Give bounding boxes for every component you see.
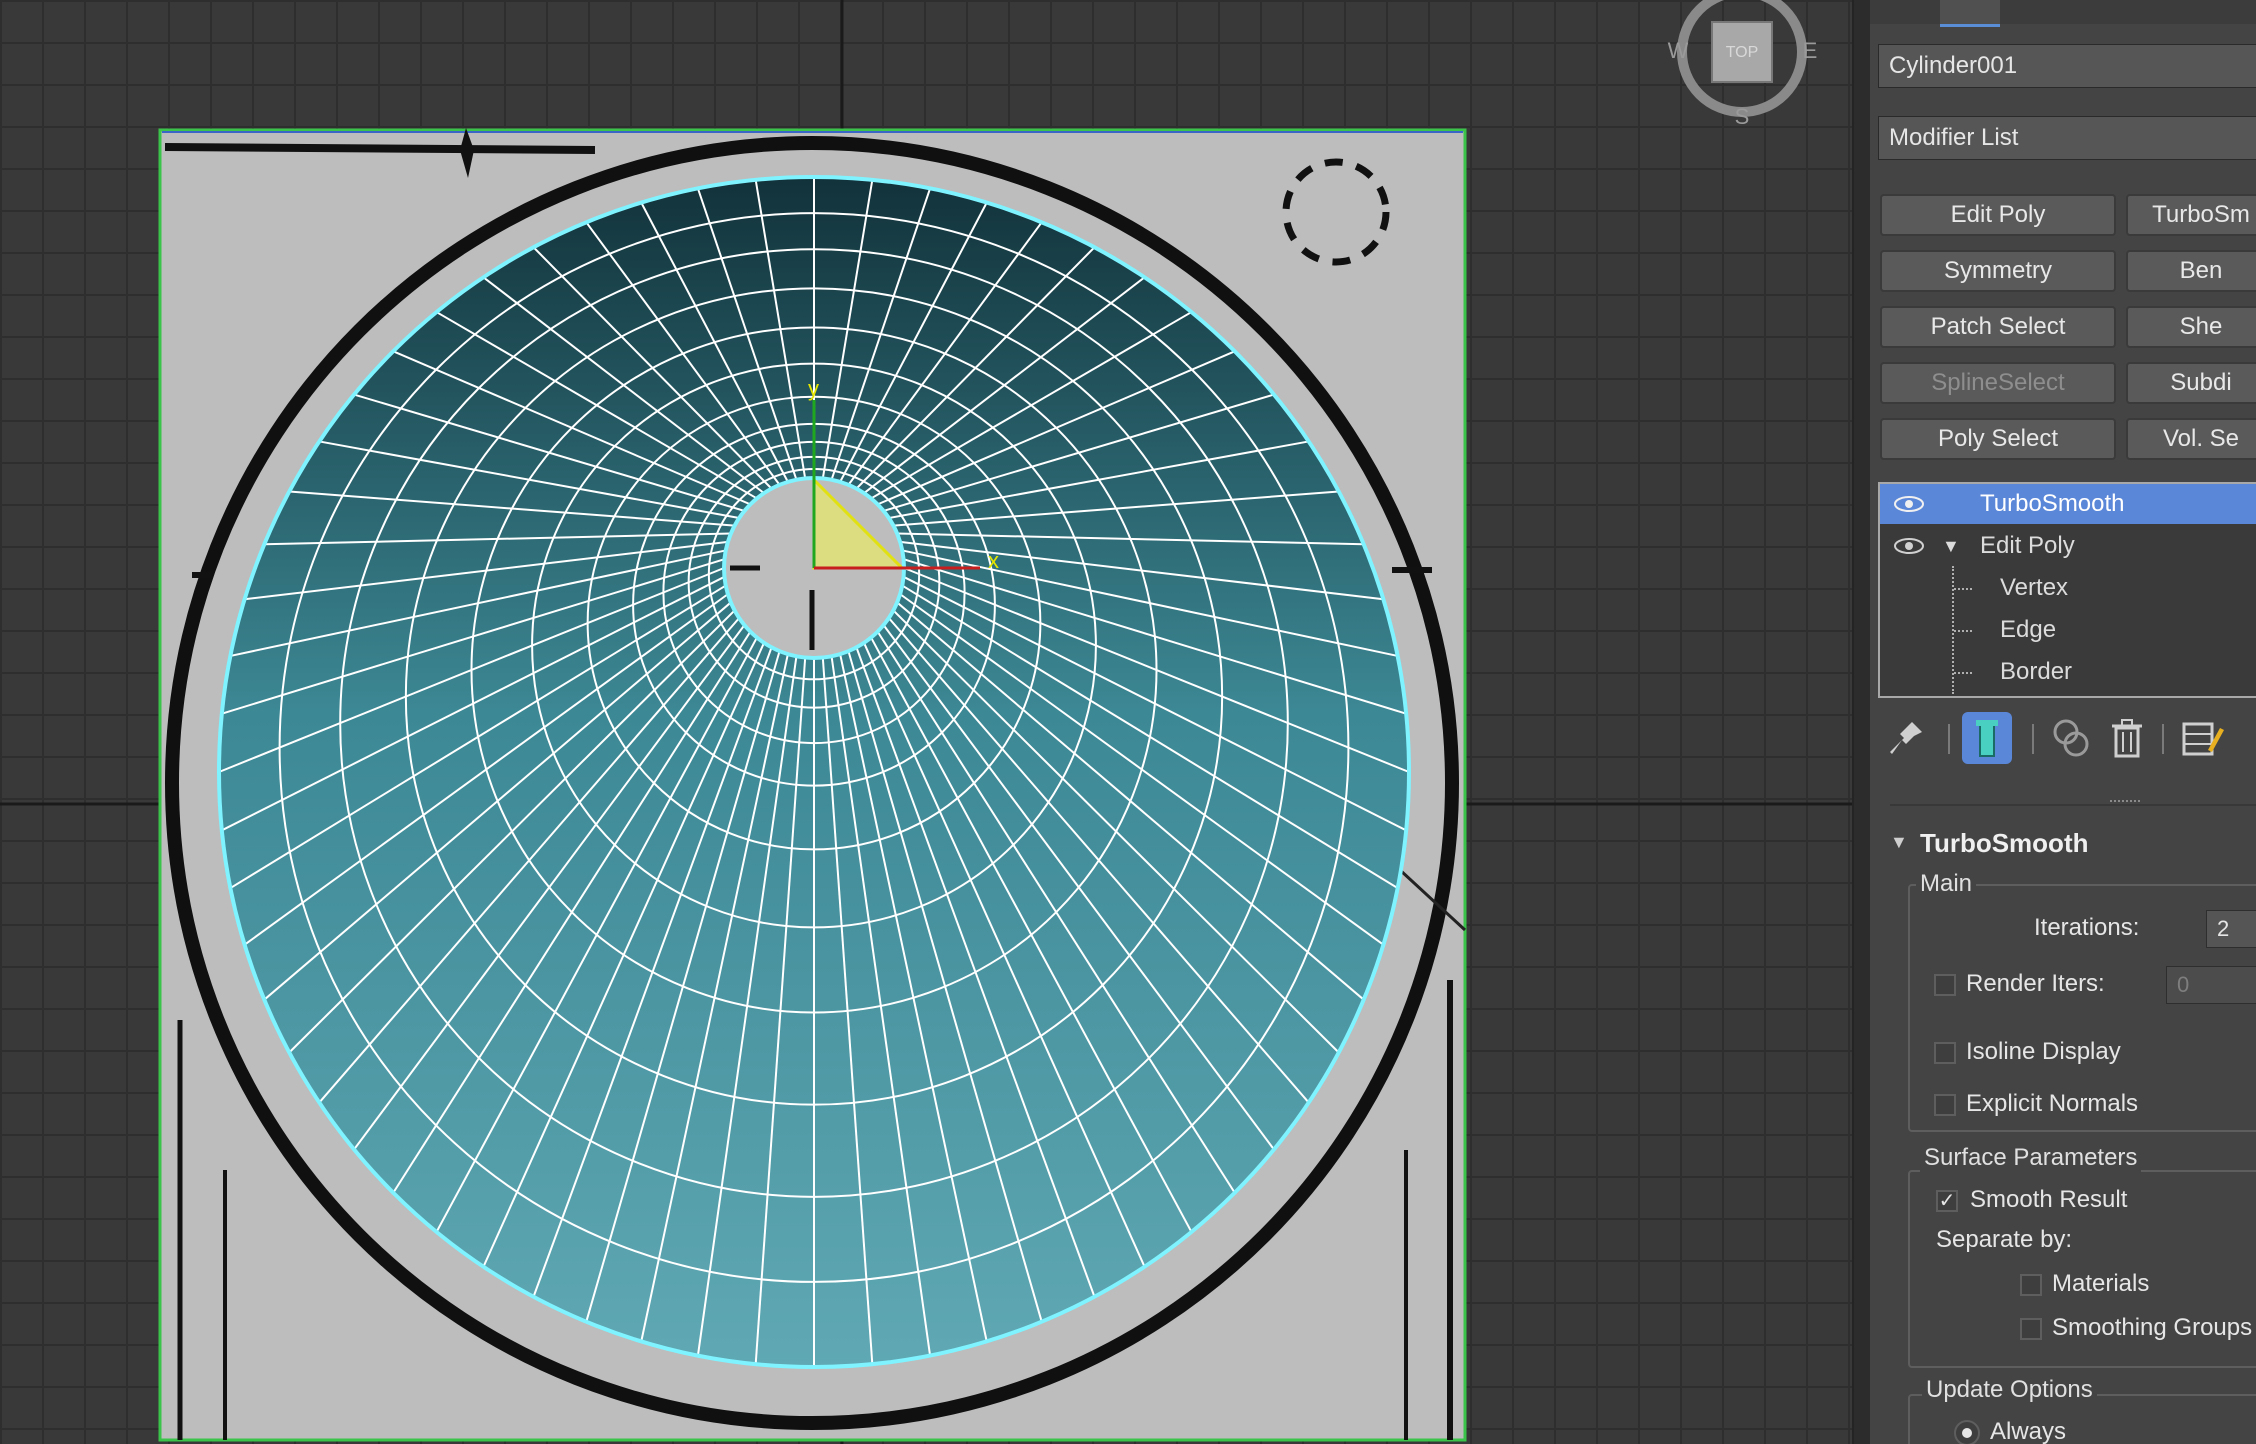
cylinder-mesh [217, 175, 1411, 1369]
smoothing-groups-label: Smoothing Groups [2052, 1314, 2253, 1341]
bend-button[interactable]: Ben [2126, 250, 2256, 292]
pin-stack-icon[interactable] [1882, 712, 1932, 764]
command-panel: Cylinder001 Modifier List Edit Poly Turb… [1870, 0, 2256, 1444]
smooth-result-checkbox[interactable]: ✓ [1936, 1190, 1958, 1212]
modifier-stack[interactable]: TurboSmooth ▼ Edit Poly Vertex Edge Bord… [1878, 482, 2256, 698]
materials-checkbox[interactable] [2020, 1274, 2042, 1296]
viewcube[interactable]: TOP W E S [1668, 0, 1818, 129]
render-iters-checkbox[interactable] [1934, 974, 1956, 996]
viewport-canvas[interactable]: y x TOP W E S [0, 0, 1852, 1444]
rollout-grip[interactable] [2110, 800, 2140, 810]
render-iters-label: Render Iters: [1966, 970, 2105, 997]
stack-item-label: Vertex [2000, 574, 2069, 601]
tab-modify[interactable] [1940, 0, 2000, 27]
stack-item-label: Border [2000, 658, 2073, 685]
eye-icon[interactable] [1894, 496, 1924, 512]
smooth-result-label: Smooth Result [1970, 1186, 2128, 1213]
viewcube-face-label: TOP [1726, 44, 1759, 61]
configure-modifier-sets-icon[interactable] [2174, 712, 2224, 764]
vol-select-button[interactable]: Vol. Se [2126, 418, 2256, 460]
panel-divider[interactable] [1852, 0, 1872, 1444]
tab-motion[interactable] [2080, 0, 2140, 24]
smoothing-groups-checkbox[interactable] [2020, 1318, 2042, 1340]
gizmo-y-label: y [808, 376, 819, 401]
turbosmooth-rollout-title[interactable]: TurboSmooth [1920, 828, 2088, 859]
stack-item-edge[interactable]: Edge [1880, 610, 2256, 650]
stack-item-label: Edge [2000, 616, 2057, 643]
stack-item-label: TurboSmooth [1980, 490, 2125, 517]
tab-hierarchy[interactable] [2010, 0, 2070, 24]
render-iters-spinner[interactable]: 0 [2166, 966, 2256, 1004]
expand-triangle-icon[interactable]: ▼ [1942, 526, 1960, 566]
spline-select-button[interactable]: SplineSelect [1880, 362, 2116, 404]
toolbar-separator [2032, 724, 2034, 754]
separate-by-label: Separate by: [1936, 1226, 2073, 1253]
always-radio[interactable] [1954, 1420, 1980, 1444]
patch-select-button[interactable]: Patch Select [1880, 306, 2116, 348]
explicit-normals-checkbox[interactable] [1934, 1094, 1956, 1116]
rollout-divider[interactable] [1890, 804, 2256, 806]
viewcube-east-label: E [1803, 38, 1818, 63]
eye-icon[interactable] [1894, 538, 1924, 554]
viewcube-south-label: S [1735, 104, 1750, 129]
stack-item-turbosmooth[interactable]: TurboSmooth [1880, 484, 2256, 524]
poly-select-button[interactable]: Poly Select [1880, 418, 2116, 460]
iterations-label: Iterations: [2034, 914, 2140, 941]
isoline-display-checkbox[interactable] [1934, 1042, 1956, 1064]
main-group-label: Main [1916, 870, 1977, 898]
remove-modifier-icon[interactable] [2102, 712, 2152, 764]
tab-display[interactable] [2150, 0, 2210, 24]
object-name-field[interactable]: Cylinder001 [1878, 44, 2256, 88]
viewcube-west-label: W [1668, 38, 1689, 63]
make-unique-icon[interactable] [2046, 712, 2096, 764]
materials-label: Materials [2052, 1270, 2150, 1297]
explicit-normals-label: Explicit Normals [1966, 1090, 2139, 1117]
toolbar-separator [1948, 724, 1950, 754]
shell-button[interactable]: She [2126, 306, 2256, 348]
always-label: Always [1990, 1418, 2067, 1444]
subdivide-button[interactable]: Subdi [2126, 362, 2256, 404]
viewport-top[interactable]: y x TOP W E S [0, 0, 1852, 1444]
command-panel-tabs [1870, 0, 2256, 27]
stack-item-vertex[interactable]: Vertex [1880, 568, 2256, 608]
surface-parameters-label: Surface Parameters [1920, 1144, 2142, 1172]
symmetry-button[interactable]: Symmetry [1880, 250, 2116, 292]
rollout-collapse-icon[interactable]: ▼ [1890, 832, 1908, 853]
stack-item-label: Edit Poly [1980, 532, 2075, 559]
edit-poly-button[interactable]: Edit Poly [1880, 194, 2116, 236]
isoline-display-label: Isoline Display [1966, 1038, 2121, 1065]
show-end-result-button[interactable] [1962, 712, 2012, 764]
gizmo-x-label: x [988, 548, 999, 573]
toolbar-separator [2162, 724, 2164, 754]
modifier-list-dropdown[interactable]: Modifier List [1878, 116, 2256, 160]
tab-create[interactable] [1870, 0, 1930, 24]
iterations-spinner[interactable]: 2 [2206, 910, 2256, 948]
turbosmooth-button[interactable]: TurboSm [2126, 194, 2256, 236]
update-options-label: Update Options [1922, 1376, 2097, 1404]
stack-item-border[interactable]: Border [1880, 652, 2256, 692]
stack-item-edit-poly[interactable]: ▼ Edit Poly [1880, 526, 2256, 566]
show-end-result-icon [1976, 720, 1998, 757]
